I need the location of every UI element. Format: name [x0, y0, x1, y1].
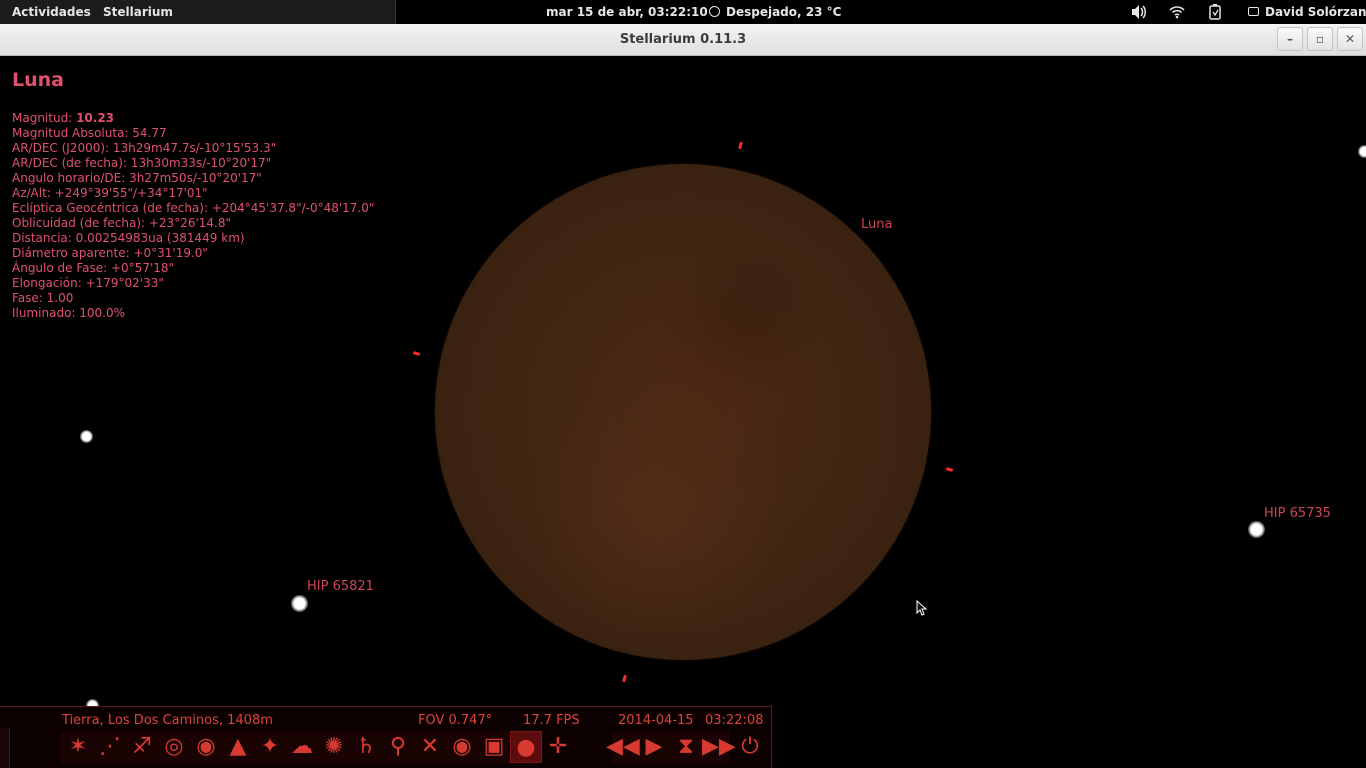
cardinal-points-icon[interactable]: ✦	[254, 731, 286, 763]
info-row: Distancia: 0.00254983ua (381449 km)	[12, 231, 245, 245]
night-mode-icon[interactable]: ◉	[446, 731, 478, 763]
wifi-icon[interactable]	[1169, 0, 1185, 24]
moon-label: Luna	[861, 217, 893, 232]
info-row: Eclíptica Geocéntrica (de fecha): +204°4…	[12, 201, 375, 215]
ocular-icon[interactable]: ●	[510, 731, 542, 763]
minimize-button[interactable]: –	[1277, 27, 1303, 51]
side-panel-handle[interactable]	[0, 728, 10, 768]
volume-icon[interactable]	[1131, 0, 1147, 24]
top-bar-divider	[395, 0, 396, 24]
clock[interactable]: mar 15 de abr, 03:22:10	[546, 0, 708, 24]
time-status: 03:22:08	[705, 713, 764, 728]
equatorial-grid-icon[interactable]: ◎	[158, 731, 190, 763]
fullscreen-icon[interactable]: ▣	[478, 731, 510, 763]
system-top-bar: Actividades Stellarium mar 15 de abr, 03…	[0, 0, 1366, 24]
info-row: AR/DEC (J2000): 13h29m47.7s/-10°15'53.3"	[12, 141, 277, 155]
mouse-cursor-icon	[916, 600, 928, 616]
star-hip-65821[interactable]	[291, 595, 308, 612]
info-row: Oblicuidad (de fecha): +23°26'14.8"	[12, 216, 231, 230]
app-menu-button[interactable]: Stellarium	[103, 0, 173, 24]
constellation-art-icon[interactable]: ♐	[126, 731, 158, 763]
atmosphere-icon[interactable]: ☁	[286, 731, 318, 763]
location-status: Tierra, Los Dos Caminos, 1408m	[62, 713, 273, 728]
moon-disc[interactable]	[435, 164, 931, 660]
info-row: Az/Alt: +249°39'55"/+34°17'01"	[12, 186, 208, 200]
user-menu[interactable]: David Solórzano	[1248, 0, 1366, 24]
star[interactable]	[1358, 145, 1366, 158]
star-hip-65735[interactable]	[1248, 521, 1265, 538]
chat-icon	[1248, 7, 1259, 16]
maximize-button[interactable]: ▫	[1307, 27, 1333, 51]
ground-icon[interactable]: ▲	[222, 731, 254, 763]
rewind-icon[interactable]: ◀◀	[606, 731, 640, 763]
real-time-icon[interactable]: ⧗	[670, 731, 702, 763]
info-row: Angulo horario/DE: 3h27m50s/-10°20'17"	[12, 171, 262, 185]
info-row: Ángulo de Fase: +0°57'18"	[12, 261, 175, 275]
info-row: Elongación: +179°02'33"	[12, 276, 164, 290]
planet-labels-icon[interactable]: ♄	[350, 731, 382, 763]
selection-marker	[412, 351, 421, 356]
constellation-lines-icon[interactable]: ✶	[62, 731, 94, 763]
selection-marker	[738, 141, 743, 150]
magnitude-value: 10.23	[76, 111, 115, 125]
object-name: Luna	[12, 69, 64, 91]
battery-icon[interactable]	[1208, 0, 1222, 24]
activities-button[interactable]: Actividades	[12, 0, 91, 24]
bottom-toolbar: Tierra, Los Dos Caminos, 1408m FOV 0.747…	[0, 706, 772, 768]
info-row: Fase: 1.00	[12, 291, 74, 305]
object-info-panel: Luna Magnitud: 10.23 Magnitud Absoluta: …	[12, 69, 374, 321]
fps-status: 17.7 FPS	[523, 713, 580, 728]
azimuthal-grid-icon[interactable]: ◉	[190, 731, 222, 763]
info-row: AR/DEC (de fecha): 13h30m33s/-10°20'17"	[12, 156, 272, 170]
fast-forward-icon[interactable]: ▶▶	[702, 731, 736, 763]
selection-marker	[945, 467, 954, 472]
telrad-icon[interactable]: ✛	[542, 731, 574, 763]
equatorial-mount-icon[interactable]: ⚲	[382, 731, 414, 763]
center-on-object-icon[interactable]: ✕	[414, 731, 446, 763]
window-titlebar[interactable]: Stellarium 0.11.3 – ▫ ✕	[0, 24, 1366, 56]
info-row: Magnitud Absoluta: 54.77	[12, 126, 167, 140]
quit-icon[interactable]: ⏻	[734, 731, 766, 763]
weather-icon	[709, 6, 720, 17]
nebulae-icon[interactable]: ✺	[318, 731, 350, 763]
fov-status: FOV 0.747°	[418, 713, 493, 728]
star-label-hip-65821: HIP 65821	[307, 579, 374, 594]
constellation-labels-icon[interactable]: ⋰	[94, 731, 126, 763]
window-title: Stellarium 0.11.3	[619, 32, 747, 47]
weather-indicator[interactable]: Despejado, 23 °C	[709, 0, 841, 24]
magnitude-row: Magnitud: 10.23	[12, 111, 374, 126]
user-name: David Solórzano	[1265, 5, 1366, 19]
weather-text: Despejado, 23 °C	[726, 5, 842, 19]
magnitude-label: Magnitud:	[12, 111, 77, 125]
date-status: 2014-04-15	[618, 713, 694, 728]
info-row: Diámetro aparente: +0°31'19.0"	[12, 246, 208, 260]
star-label-hip-65735: HIP 65735	[1264, 506, 1331, 521]
sky-view[interactable]: Luna Magnitud: 10.23 Magnitud Absoluta: …	[0, 57, 1366, 768]
star[interactable]	[80, 430, 93, 443]
info-row: Iluminado: 100.0%	[12, 306, 126, 320]
selection-marker	[622, 674, 627, 683]
close-button[interactable]: ✕	[1337, 27, 1363, 51]
play-icon[interactable]: ▶	[638, 731, 670, 763]
